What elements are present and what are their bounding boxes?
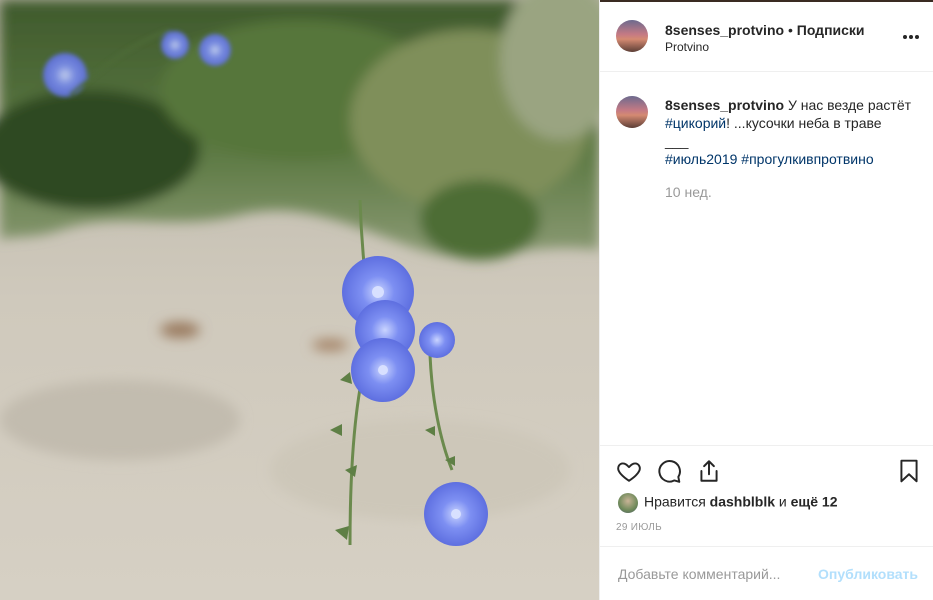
location-link[interactable]: Protvino bbox=[665, 40, 709, 54]
comment-icon[interactable] bbox=[656, 458, 682, 484]
comment-glyph bbox=[658, 460, 681, 483]
likes-prefix: Нравится bbox=[644, 493, 706, 510]
more-horizontal-icon[interactable] bbox=[902, 24, 920, 45]
likes-line: Нравится dashblblk и ещё 12 bbox=[618, 493, 838, 513]
caption-avatar[interactable] bbox=[616, 96, 648, 128]
likes-middle: и bbox=[778, 493, 787, 510]
caption-time-ago[interactable]: 10 нед. bbox=[665, 184, 712, 200]
post-header: 8senses_protvino • Подписки Protvino bbox=[600, 2, 933, 72]
hashtag-link[interactable]: #прогулкивпротвино bbox=[741, 151, 873, 167]
caption-divider: ___ bbox=[665, 133, 689, 149]
share-icon[interactable] bbox=[696, 458, 722, 484]
author-avatar[interactable] bbox=[616, 20, 648, 52]
post-side-panel: 8senses_protvino • Подписки Protvino 8se… bbox=[599, 0, 933, 600]
header-separator: • bbox=[787, 22, 793, 38]
hashtag-link[interactable]: #цикорий bbox=[665, 115, 726, 131]
caption-text-before: У нас везде растёт bbox=[787, 97, 912, 113]
post-date[interactable]: 29 ИЮЛЬ bbox=[616, 522, 662, 533]
liker-username[interactable]: dashblblk bbox=[710, 494, 775, 510]
heart-glyph bbox=[617, 462, 641, 482]
header-user-line: 8senses_protvino • Подписки bbox=[665, 22, 865, 38]
chicory-flowers-image bbox=[0, 0, 599, 600]
share-glyph bbox=[700, 460, 718, 482]
heart-icon[interactable] bbox=[616, 458, 642, 484]
caption-username[interactable]: 8senses_protvino bbox=[665, 97, 784, 113]
likes-others[interactable]: ещё 12 bbox=[791, 494, 838, 510]
comment-bar: Опубликовать bbox=[600, 546, 933, 600]
comment-input[interactable] bbox=[616, 565, 820, 583]
post-photo[interactable] bbox=[0, 0, 599, 600]
header-username[interactable]: 8senses_protvino bbox=[665, 22, 784, 38]
liker-avatar[interactable] bbox=[618, 493, 638, 513]
caption-text-after: ! ...кусочки неба в траве bbox=[726, 115, 882, 131]
following-button[interactable]: Подписки bbox=[797, 22, 865, 38]
action-bar bbox=[600, 445, 933, 495]
publish-button[interactable]: Опубликовать bbox=[818, 566, 918, 582]
bookmark-glyph bbox=[900, 459, 918, 483]
hashtag-link[interactable]: #июль2019 bbox=[665, 151, 737, 167]
more-dots-glyph bbox=[903, 35, 919, 39]
post-caption: 8senses_protvino У нас везде растёт #цик… bbox=[665, 96, 920, 168]
bookmark-icon[interactable] bbox=[896, 458, 922, 484]
